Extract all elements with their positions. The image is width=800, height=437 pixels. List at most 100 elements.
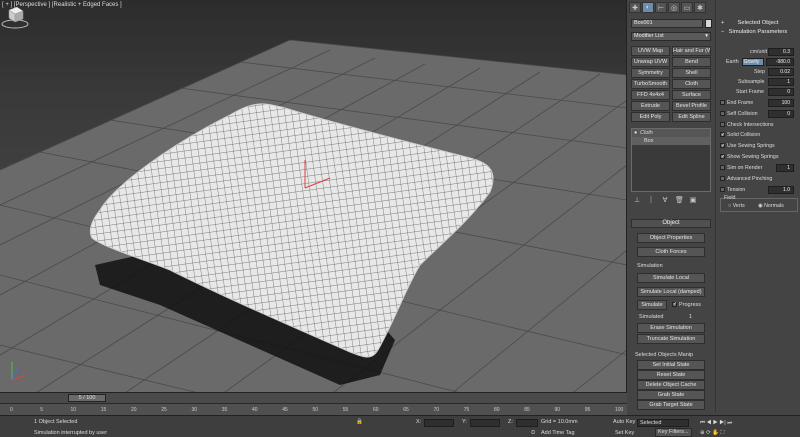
modifier-button[interactable]: FFD 4x4x4 (631, 90, 670, 100)
time-slider[interactable]: 5 / 100 (0, 392, 627, 403)
erase-simulation-button[interactable]: Erase Simulation (637, 323, 705, 333)
object-color-swatch[interactable] (705, 19, 712, 28)
modifier-button[interactable]: Bevel Profile (672, 101, 711, 111)
modifier-button[interactable]: UVW Map (631, 46, 670, 56)
z-coordinate-field[interactable] (516, 419, 538, 427)
perspective-viewport[interactable]: [ + ] [Perspective ] [Realistic + Edged … (0, 0, 627, 403)
normals-radio[interactable]: ◉ Normals (758, 202, 794, 210)
auto-key-button[interactable]: Auto Key (613, 419, 635, 425)
go-to-end-icon[interactable]: ⏭ (727, 420, 732, 426)
modifier-button[interactable]: Edit Spline (672, 112, 711, 122)
units-spinner[interactable]: 0.3 (768, 48, 794, 56)
time-slider-thumb[interactable]: 5 / 100 (68, 394, 106, 402)
verts-radio[interactable]: ○ Verts (728, 202, 758, 210)
modifier-button[interactable]: Unwrap UVW (631, 57, 670, 67)
modifier-list-dropdown[interactable]: Modifier List ▾ (631, 32, 711, 41)
pan-icon[interactable]: ✋ (712, 430, 719, 436)
simulate-local-button[interactable]: Simulate Local (637, 273, 705, 283)
modifier-button[interactable]: Extrude (631, 101, 670, 111)
hierarchy-tab-icon[interactable]: ⊢ (655, 2, 667, 13)
zoom-icon[interactable]: ⊕ (700, 430, 705, 436)
grab-state-button[interactable]: Grab State (637, 390, 705, 400)
check-intersections-row[interactable]: Check Intersections (720, 121, 798, 129)
end-frame-checkbox[interactable] (720, 100, 725, 106)
sim-on-render-spinner[interactable]: 1 (776, 164, 794, 172)
show-end-result-icon[interactable]: ⏐ (647, 196, 655, 206)
go-to-start-icon[interactable]: ⏮ (700, 420, 705, 426)
modifier-button[interactable]: Surface (672, 90, 711, 100)
selected-object-header[interactable]: + Selected Object (718, 19, 798, 28)
set-initial-state-button[interactable]: Set Initial State (637, 360, 705, 370)
check-intersections-checkbox[interactable] (720, 122, 725, 128)
sim-on-render-checkbox[interactable] (720, 165, 725, 171)
make-unique-icon[interactable]: ∀ (661, 196, 669, 206)
lock-selection-icon[interactable]: 🔒 (356, 419, 363, 425)
scene-canvas[interactable] (0, 0, 627, 403)
object-properties-button[interactable]: Object Properties (637, 233, 705, 243)
next-frame-icon[interactable]: ▶| (719, 420, 725, 426)
tension-checkbox[interactable] (720, 187, 725, 193)
viewcube-icon[interactable] (0, 0, 30, 30)
x-coordinate-field[interactable] (424, 419, 454, 427)
advanced-pinching-row[interactable]: Advanced Pinching (720, 175, 798, 183)
modifier-button[interactable]: Edit Poly (631, 112, 670, 122)
solid-collision-row[interactable]: Solid Collision (720, 131, 798, 139)
gravity-button[interactable]: Gravity (742, 58, 764, 66)
key-filters-button[interactable]: Key Filters... (655, 428, 692, 437)
pin-stack-icon[interactable]: ⊥ (633, 196, 641, 206)
show-sewing-springs-row[interactable]: Show Sewing Springs (720, 153, 798, 161)
solid-collision-checkbox[interactable] (720, 131, 725, 139)
modifier-button[interactable]: TurboSmooth (631, 79, 670, 89)
previous-frame-icon[interactable]: ◀ (706, 420, 711, 426)
subsample-label: Subsample (738, 79, 765, 85)
object-rollout-header[interactable]: Object (631, 219, 711, 228)
advanced-pinching-checkbox[interactable] (720, 176, 725, 182)
gravity-spinner[interactable]: -980.0 (766, 58, 794, 66)
simulate-local-damped-button[interactable]: Simulate Local (damped) (637, 287, 705, 297)
progress-checkbox[interactable]: Progress (672, 301, 701, 308)
orbit-icon[interactable]: ⟳ (706, 430, 711, 436)
stack-item-box[interactable]: Box (632, 137, 710, 145)
set-key-button[interactable]: Set Key (615, 430, 634, 436)
simulation-parameters-header[interactable]: − Simulation Parameters (718, 28, 798, 37)
reset-state-button[interactable]: Reset State (637, 370, 705, 380)
tension-spinner[interactable]: 1.0 (768, 186, 794, 194)
eye-icon[interactable]: ● (634, 129, 637, 137)
modifier-button[interactable]: Symmetry (631, 68, 670, 78)
configure-sets-icon[interactable]: ▣ (689, 196, 697, 206)
modifier-button[interactable]: Hair and Fur (WS (672, 46, 711, 56)
simulate-button[interactable]: Simulate (637, 300, 667, 310)
time-tag-icon[interactable]: ⏲ (531, 430, 535, 437)
truncate-simulation-button[interactable]: Truncate Simulation (637, 334, 705, 344)
object-name-field[interactable]: Box001 (631, 19, 703, 28)
modifier-button[interactable]: Bend (672, 57, 711, 67)
add-time-tag-button[interactable]: Add Time Tag (541, 430, 575, 436)
show-sewing-springs-checkbox[interactable] (720, 153, 725, 161)
remove-modifier-icon[interactable]: 🗑 (675, 196, 684, 206)
modifier-button[interactable]: Cloth (672, 79, 711, 89)
modify-tab-icon[interactable]: ◐ (642, 2, 654, 13)
maximize-viewport-icon[interactable]: ⛶ (721, 430, 725, 436)
end-frame-spinner[interactable]: 100 (768, 99, 794, 107)
modifier-button[interactable]: Shell (672, 68, 711, 78)
key-mode-dropdown[interactable]: Selected (637, 419, 689, 427)
show-sewing-springs-label: Show Sewing Springs (727, 154, 779, 160)
utilities-tab-icon[interactable]: ✱ (694, 2, 706, 13)
y-coordinate-field[interactable] (470, 419, 500, 427)
delete-object-cache-button[interactable]: Delete Object Cache (637, 380, 705, 390)
self-collision-checkbox[interactable] (720, 111, 725, 117)
self-collision-spinner[interactable]: 0 (768, 110, 794, 118)
track-bar[interactable]: 0 5 10 15 20 25 30 35 40 45 50 55 60 65 70 75 80 85 90 95 10… (0, 403, 627, 415)
use-sewing-springs-checkbox[interactable] (720, 142, 725, 150)
cloth-forces-button[interactable]: Cloth Forces (637, 247, 705, 257)
display-tab-icon[interactable]: ▭ (681, 2, 693, 13)
start-frame-spinner[interactable]: 0 (768, 88, 794, 96)
create-tab-icon[interactable]: ✚ (629, 2, 641, 13)
play-icon[interactable]: ▶ (713, 420, 718, 426)
motion-tab-icon[interactable]: ◎ (668, 2, 680, 13)
stack-item-cloth[interactable]: ● Cloth (632, 129, 710, 137)
step-spinner[interactable]: 0.02 (768, 68, 794, 76)
subsample-spinner[interactable]: 1 (768, 78, 794, 86)
use-sewing-springs-row[interactable]: Use Sewing Springs (720, 142, 798, 150)
grab-target-state-button[interactable]: Grab Target State (637, 400, 705, 410)
